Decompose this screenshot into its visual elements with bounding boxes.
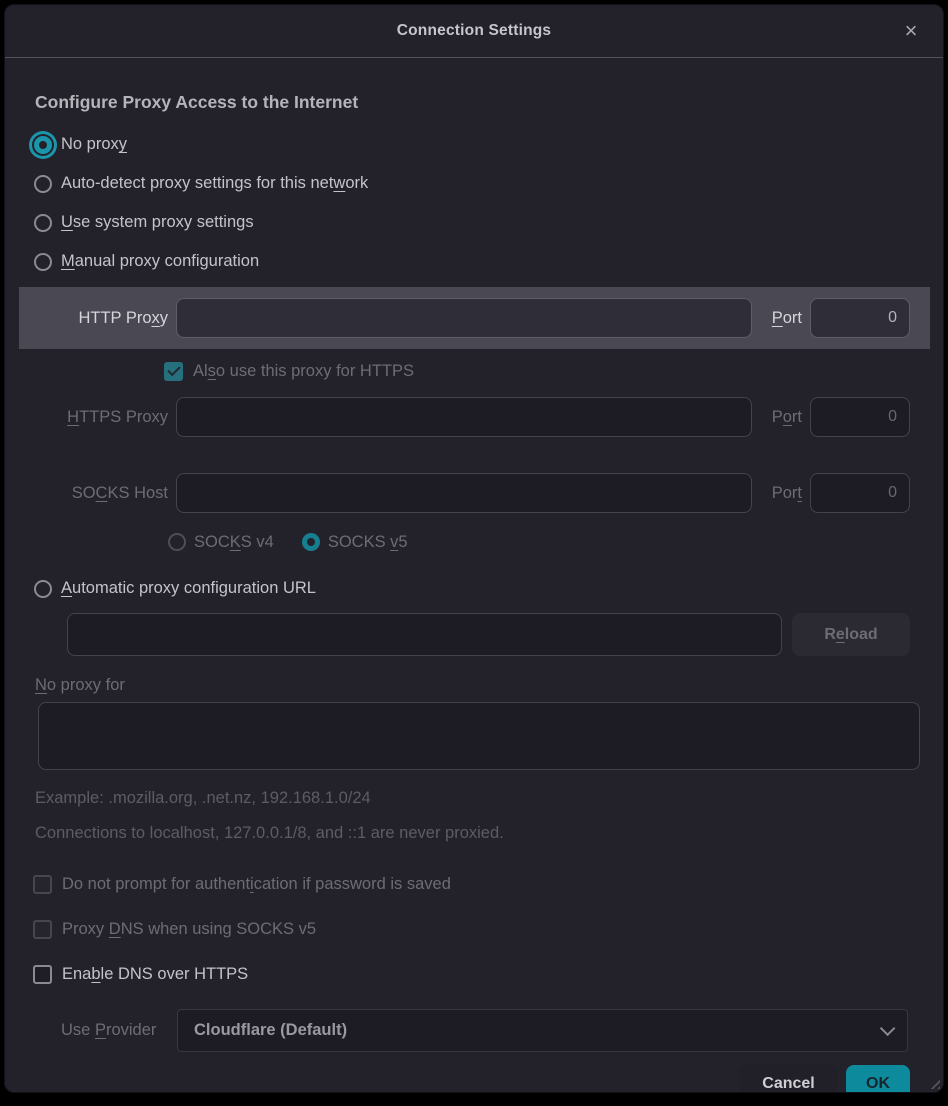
radio-button-icon [34, 253, 52, 271]
https-port-label: Port [762, 408, 802, 427]
options-checkbox-group: Do not prompt for authentication if pass… [5, 869, 943, 989]
radio-button-icon [168, 533, 186, 551]
doh-provider-row: Use Provider Cloudflare (Default) [5, 1009, 943, 1052]
radio-button-icon [34, 136, 52, 154]
radio-socks-v5-label: SOCKS v5 [328, 533, 408, 552]
http-proxy-row: HTTP Proxy Port [19, 298, 930, 338]
cancel-button[interactable]: Cancel [740, 1065, 837, 1093]
https-proxy-label: HTTPS Proxy [35, 408, 168, 427]
checkbox-also-https-label: Also use this proxy for HTTPS [193, 362, 414, 381]
radio-use-system-label: Use system proxy settings [61, 213, 254, 232]
radio-auto-detect[interactable]: Auto-detect proxy settings for this netw… [5, 164, 943, 203]
checkbox-also-https[interactable]: Also use this proxy for HTTPS [5, 358, 943, 385]
provider-select[interactable]: Cloudflare (Default) [177, 1009, 908, 1052]
no-proxy-for-textarea[interactable] [38, 702, 920, 770]
radio-manual-proxy-label: Manual proxy configuration [61, 252, 259, 271]
http-proxy-row-highlight: HTTP Proxy Port [19, 287, 930, 349]
checkbox-proxy-dns[interactable]: Proxy DNS when using SOCKS v5 [5, 914, 943, 944]
close-glyph: × [905, 20, 918, 42]
http-proxy-input[interactable] [176, 298, 752, 338]
radio-socks-v4-label: SOCKS v4 [194, 533, 274, 552]
ok-button[interactable]: OK [846, 1065, 910, 1093]
https-proxy-row: HTTPS Proxy Port [5, 397, 943, 437]
chevron-down-icon [880, 1021, 896, 1037]
socks-port-label: Port [762, 484, 802, 503]
radio-no-proxy-label: No proxy [61, 135, 127, 154]
reload-button[interactable]: Reload [792, 613, 910, 656]
checkbox-enable-doh[interactable]: Enable DNS over HTTPS [5, 959, 943, 989]
connection-settings-dialog: Connection Settings × Configure Proxy Ac… [4, 4, 944, 1093]
radio-no-proxy[interactable]: No proxy [5, 125, 943, 164]
checkbox-icon [33, 920, 52, 939]
radio-autoconfig-url-label: Automatic proxy configuration URL [61, 579, 316, 598]
socks-host-label: SOCKS Host [35, 484, 168, 503]
socks-host-row: SOCKS Host Port [5, 473, 943, 513]
dialog-title: Connection Settings [397, 22, 552, 40]
autoconfig-url-row: Reload [5, 613, 943, 656]
radio-button-icon [34, 580, 52, 598]
autoconfig-url-input[interactable] [67, 613, 782, 656]
radio-use-system[interactable]: Use system proxy settings [5, 203, 943, 242]
checkbox-proxy-dns-label: Proxy DNS when using SOCKS v5 [62, 920, 316, 939]
radio-button-icon [302, 533, 320, 551]
https-proxy-input[interactable] [176, 397, 752, 437]
no-proxy-for-label: No proxy for [35, 676, 913, 695]
http-proxy-label: HTTP Proxy [35, 309, 168, 328]
http-port-label: Port [762, 309, 802, 328]
https-port-input[interactable] [810, 397, 910, 437]
socks-version-group: SOCKS v4 SOCKS v5 [5, 528, 943, 556]
provider-selected-value: Cloudflare (Default) [194, 1021, 880, 1040]
radio-button-icon [34, 175, 52, 193]
http-port-input[interactable] [810, 298, 910, 338]
radio-socks-v4[interactable]: SOCKS v4 [168, 533, 274, 552]
use-provider-label: Use Provider [61, 1021, 169, 1040]
socks-port-input[interactable] [810, 473, 910, 513]
radio-socks-v5[interactable]: SOCKS v5 [302, 533, 408, 552]
radio-button-icon [34, 214, 52, 232]
checkbox-checked-icon [164, 362, 183, 381]
close-icon[interactable]: × [897, 17, 925, 45]
localhost-note-text: Connections to localhost, 127.0.0.1/8, a… [35, 824, 913, 843]
radio-auto-detect-label: Auto-detect proxy settings for this netw… [61, 174, 368, 193]
radio-manual-proxy[interactable]: Manual proxy configuration [5, 242, 943, 281]
dialog-footer: Cancel OK [5, 1065, 943, 1093]
socks-host-input[interactable] [176, 473, 752, 513]
checkbox-no-prompt-auth-label: Do not prompt for authentication if pass… [62, 875, 451, 894]
checkbox-enable-doh-label: Enable DNS over HTTPS [62, 965, 248, 984]
radio-autoconfig-url[interactable]: Automatic proxy configuration URL [5, 569, 943, 608]
page-title: Configure Proxy Access to the Internet [35, 92, 913, 113]
checkbox-icon [33, 965, 52, 984]
no-proxy-example-text: Example: .mozilla.org, .net.nz, 192.168.… [35, 789, 913, 808]
dialog-titlebar: Connection Settings × [5, 5, 943, 58]
checkbox-icon [33, 875, 52, 894]
checkbox-no-prompt-auth[interactable]: Do not prompt for authentication if pass… [5, 869, 943, 899]
